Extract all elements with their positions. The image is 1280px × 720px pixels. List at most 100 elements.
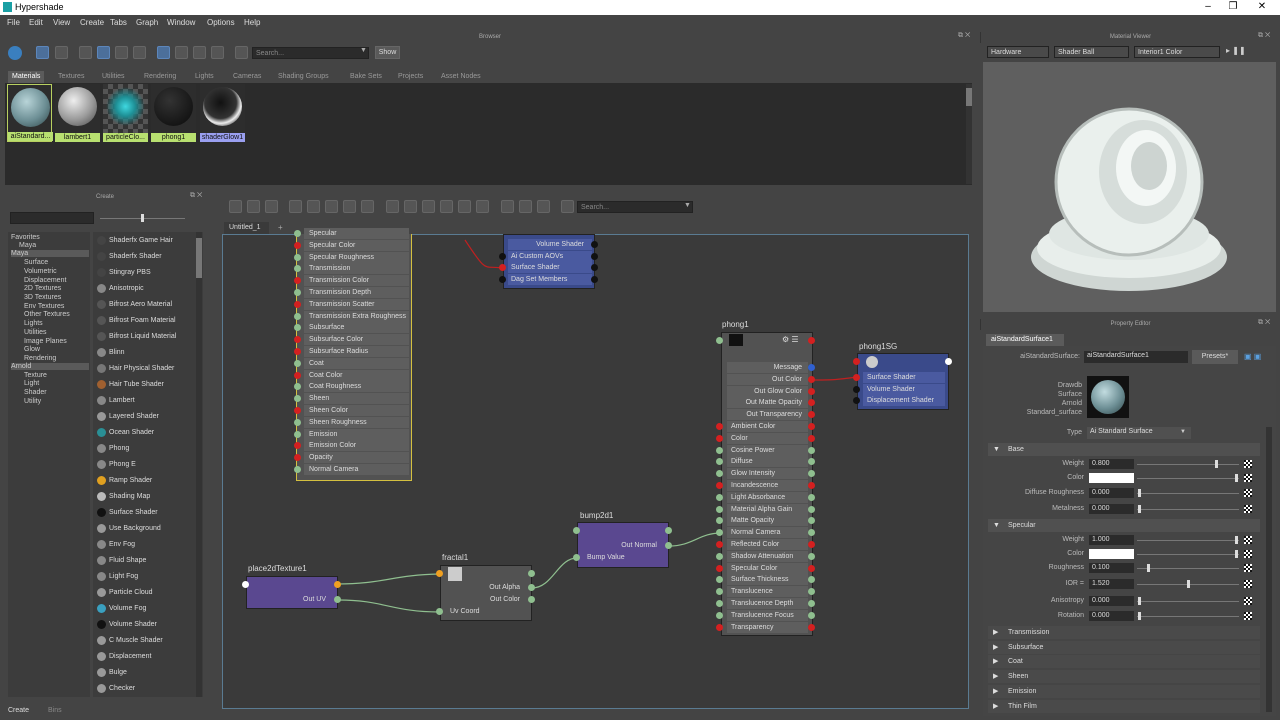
node-attr-row[interactable]: Displacement Shader (863, 395, 945, 407)
node-attr-row[interactable]: Message (727, 362, 808, 373)
prop-value-field[interactable]: 0.000 (1089, 488, 1134, 498)
color-swatch[interactable] (1089, 549, 1134, 559)
graph-remove-icon[interactable] (343, 200, 356, 213)
port-connector[interactable] (853, 358, 860, 365)
tree-favorites[interactable]: Favorites (11, 234, 40, 241)
prop-slider-knob[interactable] (1235, 550, 1238, 558)
material-swatch[interactable]: phong1 (151, 84, 196, 142)
keyframe-icon[interactable] (1244, 460, 1252, 468)
tree-surface[interactable]: Surface (24, 259, 48, 266)
node-attr-row[interactable]: Uv Coord (446, 606, 526, 617)
tab-materials[interactable]: Materials (8, 71, 45, 83)
tree-light[interactable]: Light (24, 380, 39, 387)
port-connector[interactable] (294, 359, 301, 367)
node-attr-row[interactable]: Transmission Color (304, 275, 409, 287)
node-attr-row[interactable]: Sheen (304, 393, 409, 405)
menu-edit[interactable]: Edit (29, 18, 43, 27)
tree-shader[interactable]: Shader (24, 389, 47, 396)
node-attr-row[interactable]: Sheen Color (304, 405, 409, 416)
port-connector[interactable] (853, 385, 860, 393)
shader-item[interactable]: Ramp Shader (95, 473, 195, 488)
prop-value-field[interactable]: 1.520 (1089, 579, 1134, 589)
port-connector[interactable] (716, 493, 723, 501)
shader-item[interactable]: Particle Cloud (95, 585, 195, 600)
node-header-icons[interactable]: ⚙ ☰ (782, 335, 810, 344)
shader-item[interactable]: Ocean Shader (95, 425, 195, 440)
keyframe-icon[interactable] (1244, 474, 1252, 482)
tree-utility[interactable]: Utility (24, 398, 41, 405)
node-attr-row[interactable]: Volume Shader (508, 239, 592, 250)
tab-bake-sets[interactable]: Bake Sets (350, 71, 382, 83)
port-connector[interactable] (436, 570, 443, 577)
port-connector[interactable] (294, 312, 301, 320)
keyframe-icon[interactable] (1244, 597, 1252, 605)
prop-value-field[interactable]: 0.800 (1089, 459, 1134, 469)
port-connector[interactable] (716, 337, 723, 344)
shader-item[interactable]: Lambert (95, 393, 195, 408)
node-attr-row[interactable]: Surface Thickness (727, 574, 808, 586)
port-connector[interactable] (808, 387, 815, 395)
port-connector[interactable] (808, 611, 815, 619)
graph-search-input[interactable]: Search... (577, 201, 693, 213)
port-connector[interactable] (334, 596, 341, 603)
port-connector[interactable] (294, 348, 301, 355)
color-swatch[interactable] (1089, 473, 1134, 483)
port-connector[interactable] (591, 252, 598, 260)
tree-rendering[interactable]: Rendering (24, 355, 56, 362)
keyframe-icon[interactable] (1244, 489, 1252, 497)
node-connected-icon[interactable] (404, 200, 417, 213)
icon-size-knob[interactable] (141, 214, 144, 222)
prop-slider-knob[interactable] (1215, 460, 1218, 468)
node-attr-row[interactable]: Shadow Attenuation (727, 550, 808, 562)
graph-output-icon[interactable] (265, 200, 278, 213)
type-dropdown-icon[interactable]: ▼ (1180, 429, 1186, 435)
prop-slider[interactable] (1137, 568, 1239, 569)
port-connector[interactable] (716, 482, 723, 489)
prop-slider[interactable] (1137, 616, 1239, 617)
port-connector[interactable] (808, 541, 815, 548)
browser-search-input[interactable]: Search... (252, 47, 369, 59)
prop-slider[interactable] (1137, 554, 1239, 555)
node-attr-row[interactable]: Color (727, 432, 808, 444)
port-connector[interactable] (591, 241, 598, 248)
node-attr-row[interactable]: Surface Shader (508, 262, 592, 274)
graph-clear-icon[interactable] (289, 200, 302, 213)
section-collapsed[interactable]: ▶ Sheen (988, 670, 1260, 684)
node-attr-row[interactable]: Subsurface Color (304, 334, 409, 346)
node-attr-row[interactable]: Normal Camera (304, 464, 409, 475)
material-swatch[interactable]: shaderGlow1 (200, 84, 245, 142)
node-attr-row[interactable]: Light Absorbance (727, 491, 808, 503)
shader-item[interactable]: Phong (95, 441, 195, 456)
node-attr-row[interactable]: Transmission (304, 263, 409, 275)
prop-value-field[interactable]: 0.000 (1089, 504, 1134, 514)
prop-slider-knob[interactable] (1187, 580, 1190, 588)
tab-rendering[interactable]: Rendering (144, 71, 176, 83)
section-collapsed[interactable]: ▶ Thin Film (988, 699, 1260, 713)
port-connector[interactable] (242, 581, 249, 588)
menu-graph[interactable]: Graph (136, 18, 158, 27)
port-connector[interactable] (808, 482, 815, 489)
port-connector[interactable] (945, 358, 952, 365)
port-connector[interactable] (808, 446, 815, 454)
prop-slider[interactable] (1137, 478, 1239, 479)
node-attr-row[interactable]: Specular Color (727, 562, 808, 574)
browser-home-icon[interactable] (8, 46, 22, 60)
graph-add-icon[interactable] (325, 200, 338, 213)
prop-slider[interactable] (1137, 540, 1239, 541)
shader-item[interactable]: Bifrost Aero Material (95, 297, 195, 312)
port-connector[interactable] (716, 564, 723, 572)
tree-env-textures[interactable]: Env Textures (24, 303, 64, 310)
node-full-icon[interactable] (422, 200, 435, 213)
node-attr-row[interactable]: Material Alpha Gain (727, 503, 808, 515)
node-attr-row[interactable]: Subsurface Radius (304, 346, 409, 357)
grid-toggle-icon[interactable] (501, 200, 514, 213)
graph-layout-icon[interactable] (361, 200, 374, 213)
graph-search-icon[interactable] (458, 200, 471, 213)
prop-slider-knob[interactable] (1138, 612, 1141, 620)
show-button[interactable]: Show (375, 46, 400, 59)
shader-item[interactable]: Bifrost Liquid Material (95, 329, 195, 344)
node-attr-row[interactable]: Out Matte Opacity (727, 397, 808, 409)
port-connector[interactable] (294, 289, 301, 296)
shader-item[interactable]: Use Background (95, 521, 195, 536)
shader-item[interactable]: Volume Fog (95, 601, 195, 616)
